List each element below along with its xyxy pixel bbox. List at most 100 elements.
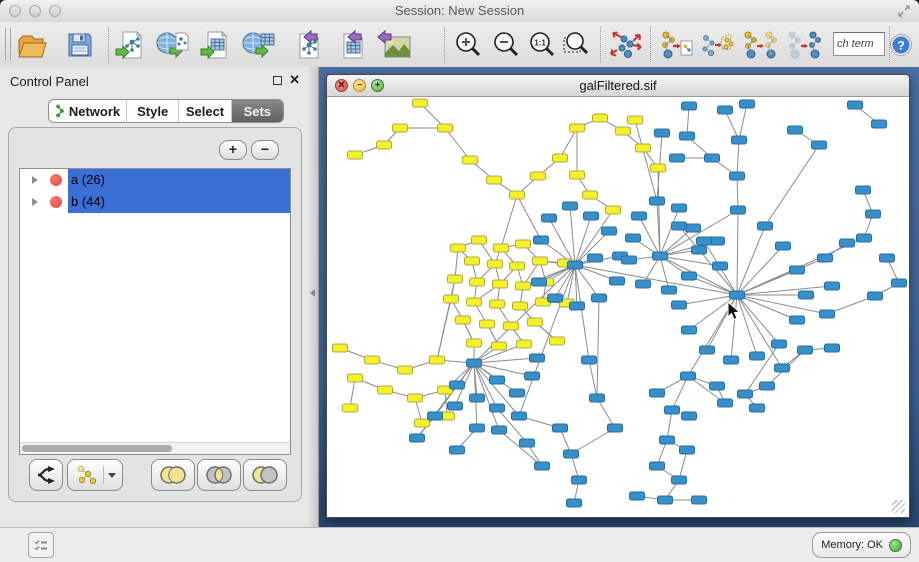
help-button[interactable]: ? xyxy=(885,27,917,63)
network-node[interactable] xyxy=(493,280,508,288)
network-node[interactable] xyxy=(681,372,696,380)
network-node[interactable] xyxy=(705,154,720,162)
network-node[interactable] xyxy=(700,346,715,354)
network-node[interactable] xyxy=(513,302,528,310)
network-node[interactable] xyxy=(548,294,563,302)
open-session-button[interactable] xyxy=(14,27,50,63)
network-node[interactable] xyxy=(626,234,641,242)
network-node[interactable] xyxy=(825,344,840,352)
network-node[interactable] xyxy=(672,476,687,484)
network-node[interactable] xyxy=(606,206,621,214)
save-session-button[interactable] xyxy=(62,27,98,63)
network-node[interactable] xyxy=(487,176,502,184)
network-node[interactable] xyxy=(504,322,519,330)
network-node[interactable] xyxy=(553,154,568,162)
network-node[interactable] xyxy=(448,275,463,283)
network-node[interactable] xyxy=(525,372,540,380)
network-node[interactable] xyxy=(616,127,631,135)
network-node[interactable] xyxy=(463,156,478,164)
network-node[interactable] xyxy=(682,412,697,420)
apply-layout-button[interactable] xyxy=(608,27,644,63)
network-node[interactable] xyxy=(772,340,787,348)
network-node[interactable] xyxy=(682,326,697,334)
create-set-dropdown-button[interactable] xyxy=(67,459,123,491)
network-node[interactable] xyxy=(430,356,445,364)
network-node[interactable] xyxy=(731,206,746,214)
network-node[interactable] xyxy=(490,404,505,412)
network-node[interactable] xyxy=(610,277,625,285)
import-table-file-button[interactable] xyxy=(198,27,234,63)
export-network-button[interactable] xyxy=(288,27,324,63)
network-node[interactable] xyxy=(760,382,775,390)
select-first-neighbors-button[interactable] xyxy=(742,27,778,63)
network-node[interactable] xyxy=(650,389,665,397)
network-node[interactable] xyxy=(680,132,695,140)
memory-status-button[interactable]: Memory: OK xyxy=(812,532,911,558)
network-node[interactable] xyxy=(697,237,712,245)
network-node[interactable] xyxy=(655,129,670,137)
network-node[interactable] xyxy=(672,222,687,230)
network-node[interactable] xyxy=(567,499,582,507)
network-node[interactable] xyxy=(450,381,465,389)
network-node[interactable] xyxy=(472,236,487,244)
network-node[interactable] xyxy=(622,256,637,264)
network-node[interactable] xyxy=(651,164,666,172)
network-node[interactable] xyxy=(410,434,425,442)
network-node[interactable] xyxy=(572,476,587,484)
select-nodes-button[interactable] xyxy=(700,27,736,63)
network-from-selection-button[interactable] xyxy=(658,27,694,63)
network-node[interactable] xyxy=(650,462,665,470)
network-node[interactable] xyxy=(570,171,585,179)
network-node[interactable] xyxy=(408,394,423,402)
toolbar-drag-handle[interactable] xyxy=(5,28,11,60)
network-window-titlebar[interactable]: ✕ − + galFiltered.sif xyxy=(327,75,909,97)
tab-sets[interactable]: Sets xyxy=(232,100,283,122)
network-node[interactable] xyxy=(608,424,623,432)
network-node[interactable] xyxy=(480,320,495,328)
tab-network[interactable]: Network xyxy=(49,100,127,122)
network-node[interactable] xyxy=(872,120,887,128)
network-node[interactable] xyxy=(790,316,805,324)
network-node[interactable] xyxy=(866,210,881,218)
network-node[interactable] xyxy=(584,212,599,220)
expand-arrow-icon[interactable] xyxy=(32,176,38,184)
network-node[interactable] xyxy=(653,252,668,260)
tab-select[interactable]: Select xyxy=(179,100,231,122)
network-node[interactable] xyxy=(732,136,747,144)
network-node[interactable] xyxy=(672,204,687,212)
network-node[interactable] xyxy=(413,99,428,107)
network-node[interactable] xyxy=(692,496,707,504)
network-node[interactable] xyxy=(820,310,835,318)
network-node[interactable] xyxy=(750,404,765,412)
network-node[interactable] xyxy=(534,236,549,244)
network-node[interactable] xyxy=(682,272,697,280)
network-node[interactable] xyxy=(602,227,617,235)
network-node[interactable] xyxy=(528,318,543,326)
network-node[interactable] xyxy=(550,337,565,345)
network-node[interactable] xyxy=(510,262,525,270)
network-node[interactable] xyxy=(465,257,480,265)
network-node[interactable] xyxy=(365,356,380,364)
import-network-file-button[interactable] xyxy=(113,27,149,63)
dropdown-arrow-icon[interactable] xyxy=(108,473,116,478)
network-node[interactable] xyxy=(582,356,597,364)
zoom-one-to-one-button[interactable]: 1:1 xyxy=(524,27,560,63)
network-window[interactable]: ✕ − + galFiltered.sif xyxy=(326,74,910,518)
network-node[interactable] xyxy=(348,374,363,382)
difference-sets-button[interactable] xyxy=(243,459,287,491)
network-node[interactable] xyxy=(848,101,863,109)
export-image-button[interactable] xyxy=(376,27,412,63)
network-node[interactable] xyxy=(510,191,525,199)
network-node[interactable] xyxy=(398,366,413,374)
network-node[interactable] xyxy=(570,124,585,132)
network-node[interactable] xyxy=(892,279,907,287)
network-node[interactable] xyxy=(665,406,680,414)
network-node[interactable] xyxy=(799,291,814,299)
network-node[interactable] xyxy=(378,386,393,394)
network-node[interactable] xyxy=(593,114,608,122)
search-input[interactable] xyxy=(833,32,885,56)
network-node[interactable] xyxy=(710,382,725,390)
network-node[interactable] xyxy=(730,291,745,299)
split-sets-button[interactable] xyxy=(29,459,63,491)
network-node[interactable] xyxy=(840,239,855,247)
